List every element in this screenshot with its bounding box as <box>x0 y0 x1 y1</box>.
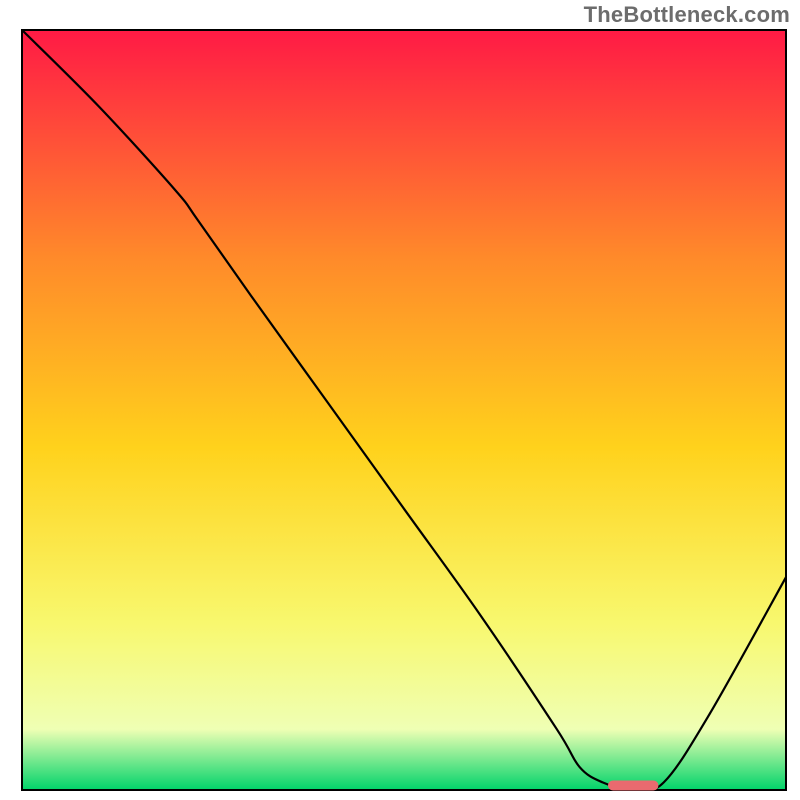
minimum-marker <box>608 780 658 790</box>
chart-stage: TheBottleneck.com <box>0 0 800 800</box>
gradient-background <box>22 30 786 790</box>
bottleneck-chart <box>0 0 800 800</box>
